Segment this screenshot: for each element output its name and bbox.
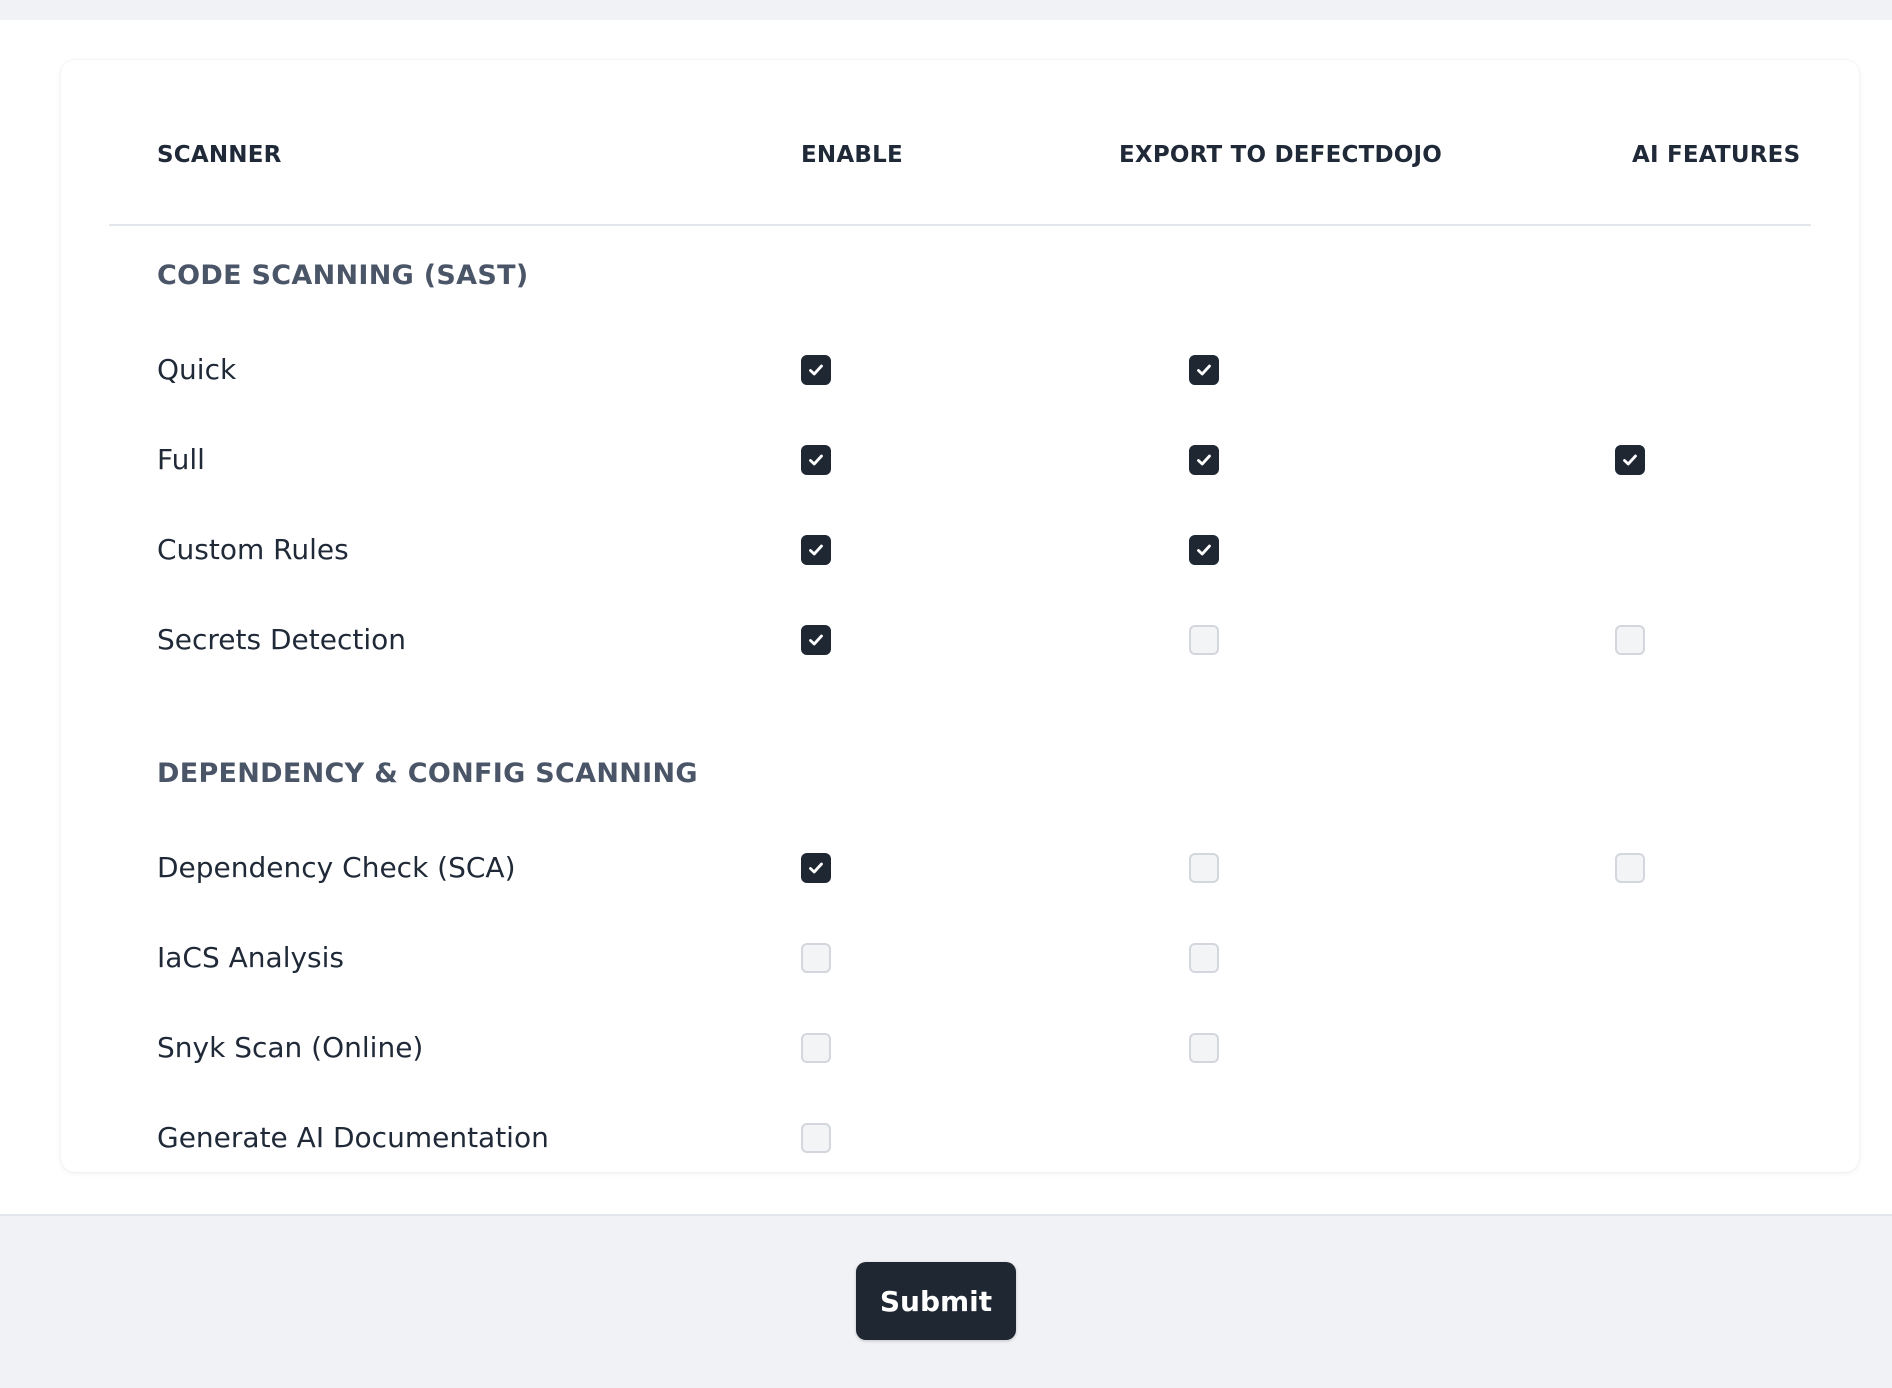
check-icon [809,862,823,874]
row-label: Quick [157,353,237,386]
enable-checkbox[interactable] [801,625,831,655]
row-label: Dependency Check (SCA) [157,851,516,884]
settings-panel: SCANNER ENABLE EXPORT TO DEFECTDOJO AI F… [0,20,1892,1216]
scanner-table-card: SCANNER ENABLE EXPORT TO DEFECTDOJO AI F… [61,60,1859,1172]
table-row: Snyk Scan (Online) [157,1018,1797,1078]
submit-button[interactable]: Submit [856,1262,1016,1340]
check-icon [809,634,823,646]
enable-checkbox[interactable] [801,445,831,475]
column-header-ai-features: AI FEATURES [1632,142,1801,168]
check-icon [809,454,823,466]
check-icon [809,364,823,376]
enable-checkbox[interactable] [801,1123,831,1153]
table-row: Quick [157,340,1797,400]
check-icon [1623,454,1637,466]
row-label: Generate AI Documentation [157,1121,549,1154]
export-checkbox[interactable] [1189,625,1219,655]
export-checkbox[interactable] [1189,853,1219,883]
export-checkbox[interactable] [1189,445,1219,475]
enable-checkbox[interactable] [801,355,831,385]
export-checkbox[interactable] [1189,1033,1219,1063]
row-label: Snyk Scan (Online) [157,1031,424,1064]
export-checkbox[interactable] [1189,943,1219,973]
column-header-enable: ENABLE [801,142,903,168]
enable-checkbox[interactable] [801,853,831,883]
row-label: Custom Rules [157,533,349,566]
table-row: Dependency Check (SCA) [157,838,1797,898]
export-checkbox[interactable] [1189,535,1219,565]
enable-checkbox[interactable] [801,1033,831,1063]
column-header-scanner: SCANNER [157,142,282,168]
table-row: Secrets Detection [157,610,1797,670]
check-icon [1197,364,1211,376]
check-icon [1197,454,1211,466]
row-label: Full [157,443,205,476]
export-checkbox[interactable] [1189,355,1219,385]
check-icon [809,544,823,556]
ai-features-checkbox[interactable] [1615,445,1645,475]
table-row: Generate AI Documentation [157,1108,1797,1168]
header-divider [109,224,1811,226]
table-row: Custom Rules [157,520,1797,580]
check-icon [1197,544,1211,556]
section-title-code-scanning: CODE SCANNING (SAST) [157,260,529,291]
table-row: IaCS Analysis [157,928,1797,988]
table-row: Full [157,430,1797,490]
row-label: IaCS Analysis [157,941,345,974]
row-label: Secrets Detection [157,623,407,656]
ai-features-checkbox[interactable] [1615,625,1645,655]
table-header: SCANNER ENABLE EXPORT TO DEFECTDOJO AI F… [109,130,1811,180]
section-title-dependency-scanning: DEPENDENCY & CONFIG SCANNING [157,758,698,789]
ai-features-checkbox[interactable] [1615,853,1645,883]
column-header-export: EXPORT TO DEFECTDOJO [1119,142,1443,168]
enable-checkbox[interactable] [801,943,831,973]
enable-checkbox[interactable] [801,535,831,565]
